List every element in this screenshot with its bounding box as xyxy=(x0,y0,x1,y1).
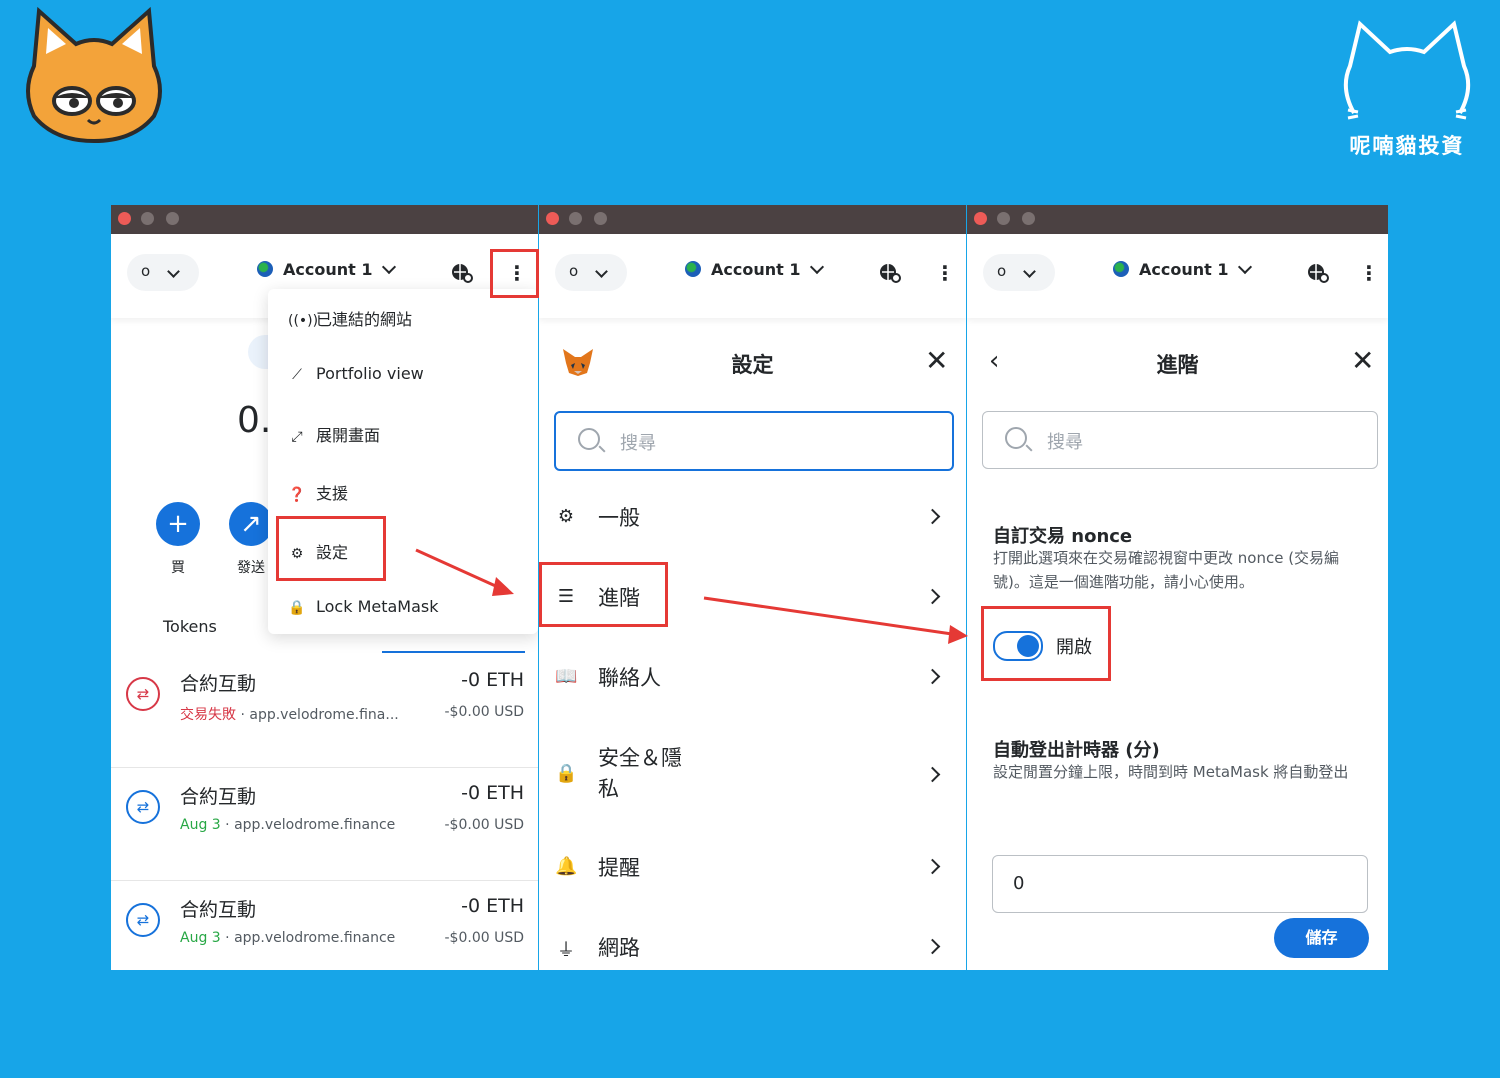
arrow-line xyxy=(703,596,953,636)
arrow-head xyxy=(948,625,968,644)
annotation-arrows xyxy=(415,548,968,644)
arrow-line xyxy=(415,548,501,590)
arrow-head xyxy=(492,577,514,596)
